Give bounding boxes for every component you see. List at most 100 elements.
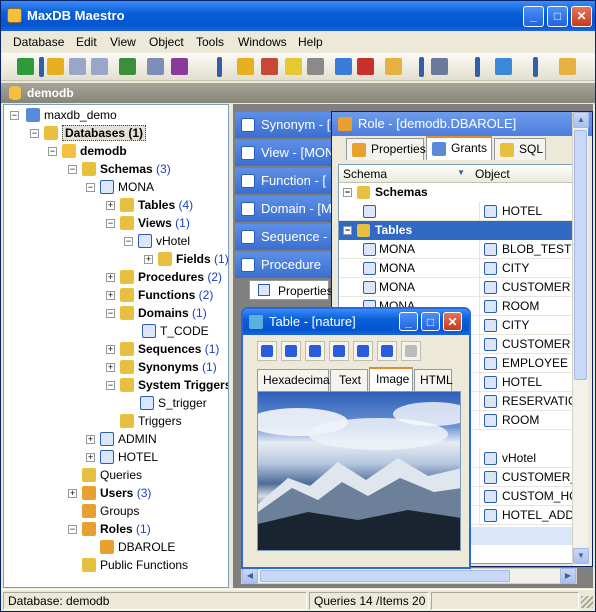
print-icon[interactable] <box>307 58 324 75</box>
tree-node-domains[interactable]: Domains (1) <box>120 305 207 323</box>
resize-grip-icon[interactable] <box>581 596 593 608</box>
expand-icon[interactable]: + <box>68 489 77 498</box>
last-record-button[interactable] <box>329 341 349 361</box>
group-row-schemas[interactable]: − Schemas <box>339 183 581 202</box>
window-icon[interactable] <box>495 58 512 75</box>
disabled-action-button[interactable] <box>401 341 421 361</box>
menu-object[interactable]: Object <box>149 35 184 49</box>
tree-node-hotel[interactable]: HOTEL <box>100 449 158 467</box>
collapse-icon[interactable]: − <box>68 525 77 534</box>
menu-help[interactable]: Help <box>298 35 323 49</box>
column-header-object[interactable]: Object <box>471 165 581 183</box>
collapse-icon[interactable]: − <box>343 188 352 197</box>
collapse-icon[interactable]: − <box>86 183 95 192</box>
tree-node-roles[interactable]: Roles (1) <box>82 521 151 539</box>
tab-html[interactable]: HTML <box>414 369 453 391</box>
refresh-icon[interactable] <box>17 58 34 75</box>
tree-node-databases[interactable]: Databases (1) <box>44 125 147 143</box>
collapse-icon[interactable]: − <box>106 219 115 228</box>
next-record-button[interactable] <box>305 341 325 361</box>
collapse-icon[interactable]: − <box>106 309 115 318</box>
prior-record-button[interactable] <box>281 341 301 361</box>
plug-icon[interactable] <box>171 58 188 75</box>
edit-object-icon[interactable] <box>69 58 86 75</box>
mdi-tab-function[interactable]: Function - [ <box>235 168 335 194</box>
script-icon[interactable] <box>285 58 302 75</box>
horizontal-scrollbar[interactable]: ◀ ▶ <box>241 568 577 584</box>
menu-tools[interactable]: Tools <box>196 35 224 49</box>
disconnect-icon[interactable] <box>147 58 164 75</box>
connect-icon[interactable] <box>119 58 136 75</box>
mdi-tab-sequence[interactable]: Sequence - [ <box>235 224 335 250</box>
tree-node-tables[interactable]: Tables (4) <box>120 197 193 215</box>
table-row[interactable]: HOTEL <box>339 202 581 221</box>
tree-node-fields[interactable]: Fields (1) <box>158 251 228 269</box>
tree-node-mona[interactable]: MONA <box>100 179 154 197</box>
first-record-button[interactable] <box>257 341 277 361</box>
collapse-icon[interactable]: − <box>48 147 57 156</box>
sort-dropdown-icon[interactable]: ▼ <box>457 168 465 177</box>
filter-icon[interactable] <box>431 58 448 75</box>
options-icon[interactable] <box>559 58 576 75</box>
role-vertical-scrollbar[interactable]: ▲ ▼ <box>572 112 589 566</box>
tree-node-t-code[interactable]: T_CODE <box>142 323 209 341</box>
scroll-down-button[interactable]: ▼ <box>573 548 589 564</box>
scroll-thumb[interactable] <box>574 130 587 380</box>
tree-node-demodb[interactable]: demodb <box>62 143 127 161</box>
procedure-properties-tab[interactable]: Properties <box>249 280 333 300</box>
scroll-right-button[interactable]: ▶ <box>560 568 576 584</box>
collapse-icon[interactable]: − <box>10 111 19 120</box>
collapse-icon[interactable]: − <box>30 129 39 138</box>
menu-edit[interactable]: Edit <box>76 35 97 49</box>
expand-icon[interactable]: + <box>106 273 115 282</box>
tree-node-s-trigger[interactable]: S_trigger <box>140 395 207 413</box>
menu-windows[interactable]: Windows <box>238 35 287 49</box>
tree-node-system-triggers[interactable]: System Triggers <box>120 377 228 395</box>
expand-icon[interactable]: + <box>106 291 115 300</box>
expand-icon[interactable]: + <box>106 345 115 354</box>
tree-node-synonyms[interactable]: Synonyms (1) <box>120 359 217 377</box>
tab-text[interactable]: Text <box>330 369 368 391</box>
tree-node-users[interactable]: Users (3) <box>82 485 151 503</box>
tree-node-functions[interactable]: Functions (2) <box>120 287 213 305</box>
tab-properties[interactable]: Properties <box>346 138 426 160</box>
tree-node-schemas[interactable]: Schemas (3) <box>82 161 171 179</box>
collapse-icon[interactable]: − <box>343 226 352 235</box>
minimize-button[interactable]: _ <box>399 312 418 331</box>
sql-editor-icon[interactable] <box>237 58 254 75</box>
tab-grants[interactable]: Grants <box>426 136 492 160</box>
tree-node-admin[interactable]: ADMIN <box>100 431 157 449</box>
minimize-button[interactable]: _ <box>523 6 544 27</box>
tree-node-public-functions[interactable]: Public Functions <box>82 557 188 575</box>
scroll-left-button[interactable]: ◀ <box>242 568 258 584</box>
table-row[interactable]: MONA CUSTOMER <box>339 278 581 297</box>
maximize-button[interactable]: □ <box>421 312 440 331</box>
tree-node-sequences[interactable]: Sequences (1) <box>120 341 219 359</box>
image-icon[interactable] <box>335 58 352 75</box>
add-object-icon[interactable] <box>47 58 64 75</box>
tree-node-vhotel[interactable]: vHotel <box>138 233 190 251</box>
tree-node-triggers[interactable]: Triggers <box>120 413 182 431</box>
tree-node-queries[interactable]: Queries <box>82 467 142 485</box>
tree-node-dbarole[interactable]: DBAROLE <box>100 539 175 557</box>
table-row[interactable]: MONA BLOB_TEST <box>339 240 581 259</box>
expand-icon[interactable]: + <box>86 453 95 462</box>
hand-icon[interactable] <box>385 58 402 75</box>
maximize-button[interactable]: □ <box>547 6 568 27</box>
mdi-tab-domain[interactable]: Domain - [M <box>235 196 335 222</box>
tab-hexadecimal[interactable]: Hexadecimal <box>257 369 332 391</box>
column-header-schema[interactable]: Schema ▼ <box>339 165 471 183</box>
close-button[interactable]: ✕ <box>571 6 592 27</box>
mdi-tab-view[interactable]: View - [MON <box>235 140 335 166</box>
tab-sql[interactable]: SQL <box>494 138 546 160</box>
chart-icon[interactable] <box>261 58 278 75</box>
group-row-tables[interactable]: − Tables <box>339 221 581 240</box>
tree-node-groups[interactable]: Groups <box>82 503 139 521</box>
expand-icon[interactable]: + <box>86 435 95 444</box>
collapse-icon[interactable]: − <box>68 165 77 174</box>
expand-icon[interactable]: + <box>106 363 115 372</box>
menu-database[interactable]: Database <box>13 35 64 49</box>
tab-image[interactable]: Image <box>369 367 413 391</box>
scroll-thumb[interactable] <box>260 570 510 582</box>
tree-node-maxdb-demo[interactable]: maxdb_demo <box>26 107 117 125</box>
